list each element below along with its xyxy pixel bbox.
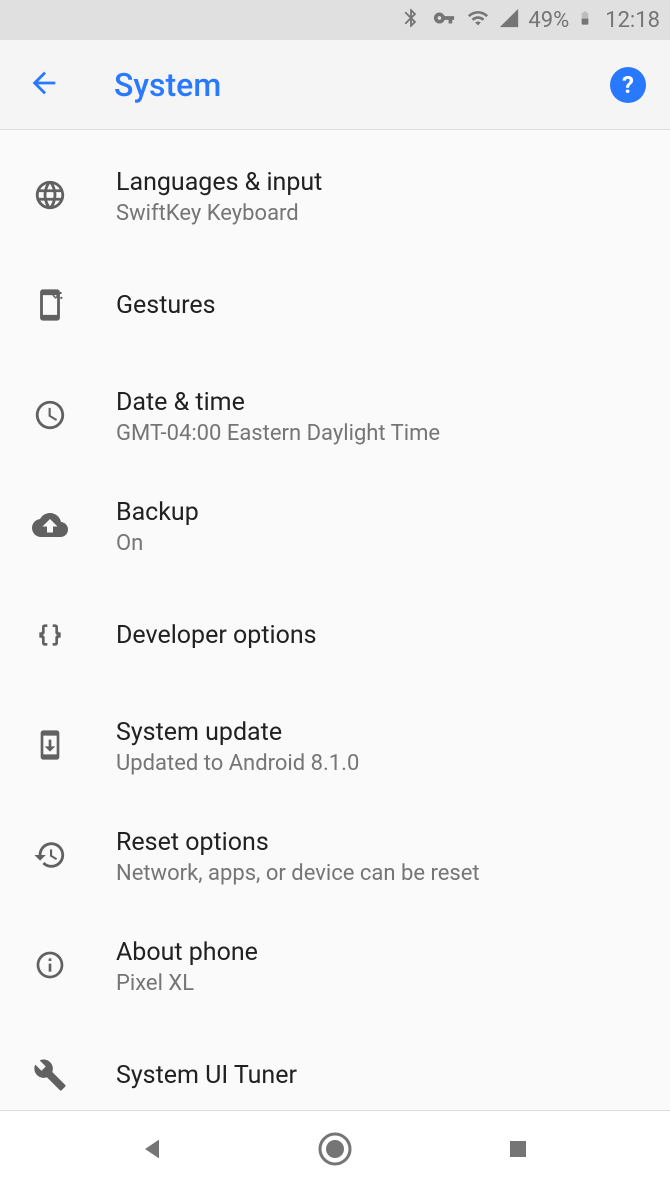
list-item-title: System UI Tuner [116, 1061, 650, 1090]
system-update-icon [34, 729, 66, 765]
battery-icon [577, 5, 593, 35]
help-button[interactable]: ? [610, 67, 646, 103]
list-item-subtitle: SwiftKey Keyboard [116, 201, 650, 226]
list-item-title: Gestures [116, 291, 650, 320]
list-item-reset[interactable]: Reset options Network, apps, or device c… [0, 802, 670, 912]
square-recents-icon [506, 1137, 530, 1165]
wifi-icon [466, 7, 490, 33]
vpn-key-icon [430, 7, 458, 33]
braces-icon [34, 619, 66, 655]
circle-home-icon [317, 1131, 353, 1171]
list-item-gestures[interactable]: Gestures [0, 252, 670, 362]
list-item-title: Reset options [116, 828, 650, 857]
list-item-developer[interactable]: Developer options [0, 582, 670, 692]
triangle-back-icon [138, 1135, 166, 1167]
gesture-icon [33, 288, 67, 326]
cloud-upload-icon [32, 507, 68, 547]
settings-list: Languages & input SwiftKey Keyboard Gest… [0, 130, 670, 1132]
list-item-title: About phone [116, 938, 650, 967]
wrench-icon [33, 1058, 67, 1096]
page-title: System [114, 66, 610, 104]
list-item-subtitle: Updated to Android 8.1.0 [116, 751, 650, 776]
list-item-languages[interactable]: Languages & input SwiftKey Keyboard [0, 142, 670, 252]
clock-icon [33, 398, 67, 436]
list-item-about[interactable]: About phone Pixel XL [0, 912, 670, 1022]
info-icon [34, 949, 66, 985]
status-bar: 49% 12:18 [0, 0, 670, 40]
list-item-title: Developer options [116, 621, 650, 650]
nav-recents-button[interactable] [488, 1121, 548, 1181]
list-item-update[interactable]: System update Updated to Android 8.1.0 [0, 692, 670, 802]
list-item-subtitle: GMT-04:00 Eastern Daylight Time [116, 421, 650, 446]
battery-percent: 49% [528, 8, 569, 33]
nav-back-button[interactable] [122, 1121, 182, 1181]
list-item-datetime[interactable]: Date & time GMT-04:00 Eastern Daylight T… [0, 362, 670, 472]
back-button[interactable] [24, 65, 64, 105]
list-item-title: System update [116, 718, 650, 747]
arrow-back-icon [27, 66, 61, 104]
cell-signal-icon [498, 7, 520, 33]
bluetooth-icon [400, 7, 422, 33]
list-item-title: Languages & input [116, 168, 650, 197]
list-item-subtitle: On [116, 531, 650, 556]
list-item-subtitle: Network, apps, or device can be reset [116, 861, 650, 886]
restore-icon [33, 838, 67, 876]
globe-icon [33, 178, 67, 216]
help-icon: ? [622, 71, 634, 99]
navigation-bar [0, 1111, 670, 1191]
list-item-subtitle: Pixel XL [116, 971, 650, 996]
nav-home-button[interactable] [305, 1121, 365, 1181]
list-item-title: Backup [116, 498, 650, 527]
app-bar: System ? [0, 40, 670, 130]
list-item-backup[interactable]: Backup On [0, 472, 670, 582]
list-item-title: Date & time [116, 388, 650, 417]
status-clock: 12:18 [605, 8, 660, 33]
